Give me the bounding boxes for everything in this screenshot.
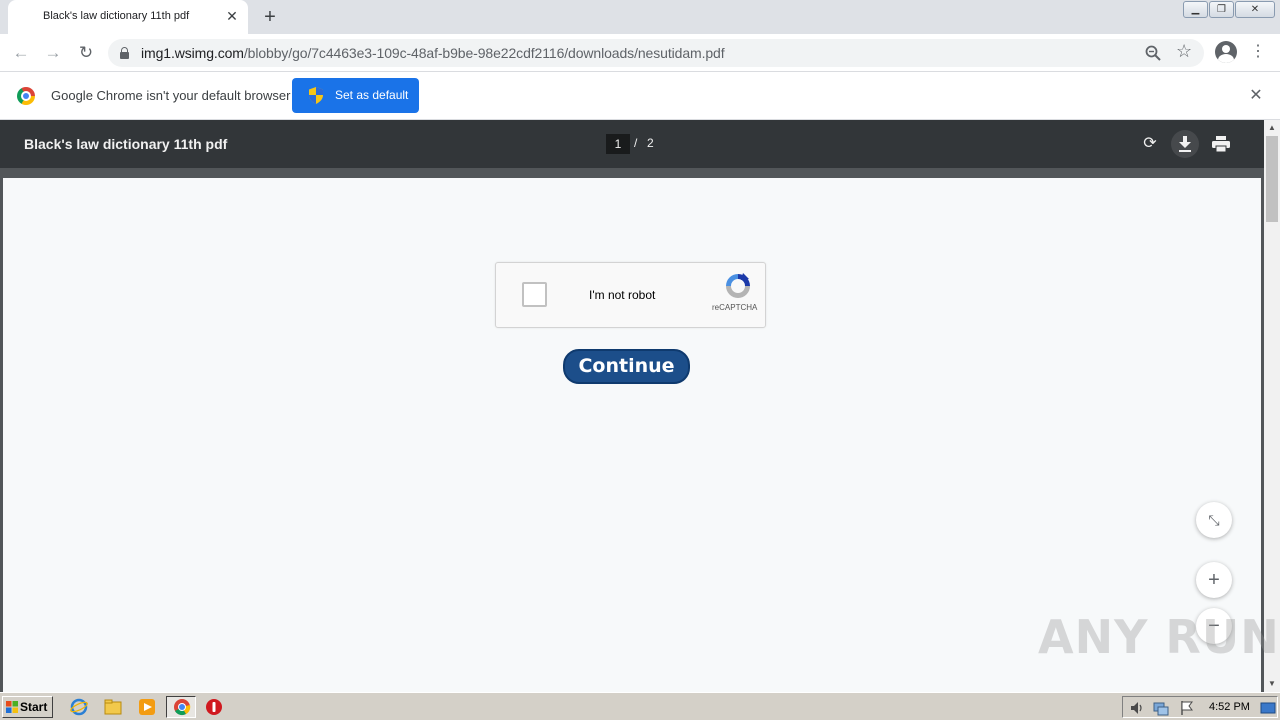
recaptcha-widget: I'm not robot reCAPTCHA: [495, 262, 766, 328]
scroll-up-arrow-icon[interactable]: ▲: [1264, 120, 1280, 136]
url-text[interactable]: img1.wsimg.com/blobby/go/7c4463e3-109c-4…: [141, 45, 725, 61]
windows-flag-icon: [6, 701, 18, 713]
url-path: /blobby/go/7c4463e3-109c-48af-b9be-98e22…: [243, 45, 725, 61]
set-as-default-button[interactable]: Set as default: [292, 78, 419, 113]
system-tray: 4:52 PM: [1122, 696, 1278, 718]
scroll-thumb[interactable]: [1266, 136, 1278, 222]
start-label: Start: [20, 700, 48, 714]
tab-close-icon[interactable]: ✕: [224, 8, 240, 24]
captcha-checkbox[interactable]: [522, 282, 547, 307]
back-arrow-icon[interactable]: ←: [9, 41, 33, 65]
print-icon[interactable]: [1207, 130, 1235, 158]
set-as-default-label: Set as default: [335, 88, 409, 102]
tab-title: Black's law dictionary 11th pdf: [43, 10, 190, 22]
window-minimize-button[interactable]: ▁: [1183, 1, 1208, 18]
default-browser-infobar: Google Chrome isn't your default browser…: [0, 72, 1280, 120]
security-alert-icon[interactable]: [205, 698, 223, 716]
window-close-button[interactable]: ✕: [1235, 1, 1275, 18]
browser-toolbar: ← → ↻ img1.wsimg.com/blobby/go/7c4463e3-…: [0, 34, 1280, 72]
infobar-close-icon[interactable]: ✕: [1246, 86, 1266, 106]
start-button[interactable]: Start: [2, 696, 53, 718]
zoom-magnifier-icon[interactable]: [1144, 44, 1162, 62]
windows-taskbar: Start 4:52 PM: [0, 692, 1280, 720]
media-player-icon[interactable]: [138, 698, 156, 716]
zoom-in-icon[interactable]: +: [1196, 562, 1232, 598]
chrome-logo-icon: [17, 87, 35, 105]
anyrun-watermark: ANY RUN: [1038, 610, 1280, 664]
network-icon[interactable]: [1153, 700, 1169, 716]
forward-arrow-icon[interactable]: →: [41, 41, 65, 65]
uac-shield-icon: [309, 87, 323, 104]
url-host: img1.wsimg.com: [141, 45, 244, 61]
show-desktop-icon[interactable]: [1260, 700, 1276, 716]
window-restore-button[interactable]: ❐: [1209, 1, 1234, 18]
page-total: 2: [647, 136, 654, 150]
tab-strip: Black's law dictionary 11th pdf ✕ + ▁ ❐ …: [0, 0, 1280, 34]
scroll-down-arrow-icon[interactable]: ▼: [1264, 676, 1280, 692]
file-explorer-icon[interactable]: [104, 698, 122, 716]
taskbar-clock: 4:52 PM: [1209, 701, 1250, 713]
chrome-taskbar-icon: [174, 699, 191, 716]
kebab-menu-icon[interactable]: ⋮: [1250, 43, 1266, 61]
bookmark-star-icon[interactable]: ☆: [1176, 41, 1192, 62]
pdf-title: Black's law dictionary 11th pdf: [24, 136, 228, 152]
address-bar[interactable]: img1.wsimg.com/blobby/go/7c4463e3-109c-4…: [108, 39, 1204, 67]
action-center-flag-icon[interactable]: [1179, 700, 1195, 716]
taskbar-chrome-button[interactable]: [166, 696, 196, 718]
lock-icon[interactable]: [120, 47, 129, 59]
browser-tab[interactable]: Black's law dictionary 11th pdf ✕: [8, 0, 248, 34]
infobar-message: Google Chrome isn't your default browser: [51, 88, 291, 103]
new-tab-icon[interactable]: +: [259, 6, 281, 28]
volume-icon[interactable]: [1129, 700, 1145, 716]
download-icon[interactable]: [1171, 130, 1199, 158]
internet-explorer-icon[interactable]: [70, 698, 88, 716]
pdf-toolbar: Black's law dictionary 11th pdf 1 / 2 ⟳: [0, 120, 1264, 168]
fit-to-page-icon[interactable]: ⤡: [1196, 502, 1232, 538]
recaptcha-brand: reCAPTCHA: [712, 303, 758, 312]
continue-button[interactable]: Continue: [563, 349, 690, 384]
profile-avatar-icon[interactable]: [1215, 41, 1237, 63]
captcha-label: I'm not robot: [589, 288, 656, 302]
recaptcha-logo-icon: [726, 273, 750, 298]
vertical-scrollbar[interactable]: ▲ ▼: [1264, 120, 1280, 692]
page-number-input[interactable]: 1: [606, 134, 630, 154]
rotate-icon[interactable]: ⟳: [1136, 130, 1164, 158]
reload-icon[interactable]: ↻: [74, 41, 98, 65]
page-separator: /: [634, 136, 638, 150]
